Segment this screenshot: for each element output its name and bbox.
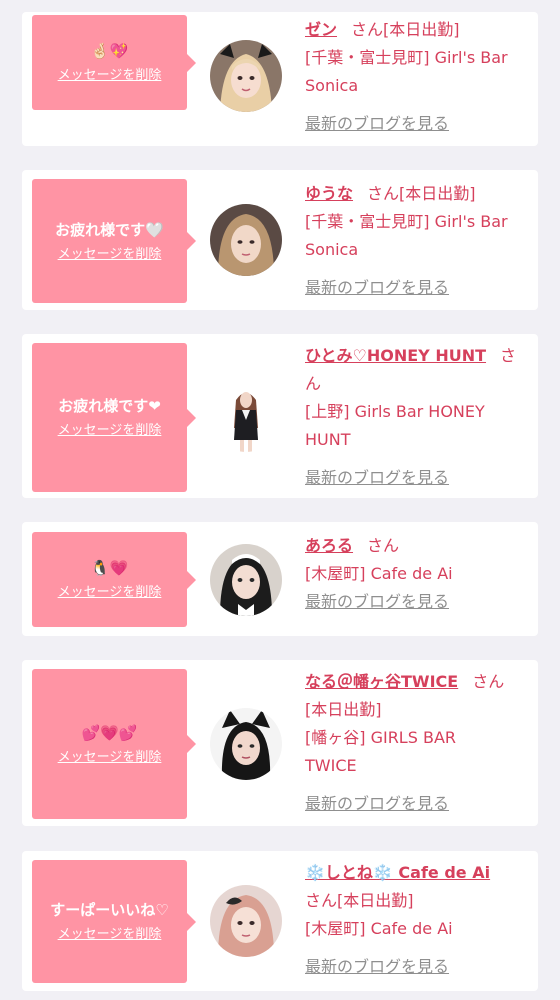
honorific: さん [367, 184, 400, 203]
message-bubble: すーぱーいいね♡ メッセージを削除 [32, 860, 196, 983]
avatar[interactable] [210, 40, 282, 112]
shop-name-cont: TWICE [305, 756, 357, 775]
message-bubble: お疲れ様です❤ メッセージを削除 [32, 343, 196, 492]
message-text: 💕💗💕 [81, 723, 138, 742]
message-bubble: 🤞🏻💖 メッセージを削除 [32, 15, 196, 110]
honorific: さん [367, 536, 400, 555]
message-text: 🤞🏻💖 [90, 42, 129, 60]
girl-full-body-avatar-icon [210, 380, 282, 452]
sender-info: ❄️しとね❄️ Cafe de Ai さん[本日出勤] [木屋町] Cafe d… [305, 859, 530, 981]
latest-blog-link[interactable]: 最新のブログを見る [305, 464, 449, 492]
girl-pink-hair-avatar-icon [210, 885, 282, 957]
delete-message-link[interactable]: メッセージを削除 [58, 926, 162, 943]
message-card: すーぱーいいね♡ メッセージを削除 ❄️しとね❄️ Cafe de Ai さん[… [22, 851, 538, 991]
message-text: すーぱーいいね♡ [50, 901, 169, 919]
sender-info: ゆうな さん[本日出勤] [千葉・富士見町] Girl's Bar Sonica … [305, 180, 530, 302]
message-bubble: 💕💗💕 メッセージを削除 [32, 669, 196, 819]
girl-with-cat-ears-avatar-icon [210, 40, 282, 112]
latest-blog-link[interactable]: 最新のブログを見る [305, 274, 449, 302]
shop-name: [幡ヶ谷] GIRLS BAR [305, 728, 457, 747]
work-status: [本日出勤] [305, 700, 382, 719]
sender-name-link[interactable]: ゆうな [305, 184, 353, 203]
shop-name: [千葉・富士見町] Girl's Bar [305, 48, 508, 67]
latest-blog-link[interactable]: 最新のブログを見る [305, 790, 449, 818]
avatar[interactable] [210, 885, 282, 957]
sender-info: ゼン さん[本日出勤] [千葉・富士見町] Girl's Bar Sonica 最… [305, 16, 530, 138]
honorific: さん [351, 20, 384, 39]
sender-name-link[interactable]: なる＠幡ヶ谷TWICE [305, 672, 458, 691]
avatar[interactable] [210, 380, 282, 452]
message-bubble: 🐧💗 メッセージを削除 [32, 532, 196, 627]
avatar[interactable] [210, 544, 282, 616]
shop-name: [木屋町] Cafe de Ai [305, 919, 453, 938]
message-card: 🤞🏻💖 メッセージを削除 ゼン さん[本日出勤] [千葉・富士見町] Girl's… [22, 12, 538, 146]
shop-name: [千葉・富士見町] Girl's Bar [305, 212, 508, 231]
honorific: さん [305, 891, 338, 910]
shop-name-cont: Sonica [305, 76, 359, 95]
shop-name: [木屋町] Cafe de Ai [305, 564, 453, 583]
latest-blog-link[interactable]: 最新のブログを見る [305, 588, 449, 616]
honorific: さん [472, 672, 505, 691]
message-card: お疲れ様です❤ メッセージを削除 ひとみ♡HONEY HUNT さん [上野] G… [22, 334, 538, 498]
delete-message-link[interactable]: メッセージを削除 [58, 584, 162, 601]
avatar[interactable] [210, 204, 282, 276]
shop-name: [上野] Girls Bar HONEY [305, 402, 485, 421]
message-card: 💕💗💕 メッセージを削除 なる＠幡ヶ谷TWICE さん [本日出勤] [幡ヶ谷] … [22, 660, 538, 826]
message-text: お疲れ様です❤ [58, 397, 161, 415]
work-status: [本日出勤] [383, 20, 460, 39]
sender-name-link[interactable]: ひとみ♡HONEY HUNT [305, 346, 486, 365]
girl-black-cat-ears-avatar-icon [210, 708, 282, 780]
sender-info: あろる さん [木屋町] Cafe de Ai 最新のブログを見る [305, 532, 530, 616]
sender-info: ひとみ♡HONEY HUNT さん [上野] Girls Bar HONEY HU… [305, 342, 530, 492]
sender-name-link[interactable]: ❄️しとね❄️ Cafe de Ai [305, 863, 490, 882]
delete-message-link[interactable]: メッセージを削除 [58, 246, 162, 263]
girl-maid-avatar-icon [210, 544, 282, 616]
sender-name-link[interactable]: ゼン [305, 20, 337, 39]
message-bubble: お疲れ様です🤍 メッセージを削除 [32, 179, 196, 303]
delete-message-link[interactable]: メッセージを削除 [58, 67, 162, 84]
avatar[interactable] [210, 708, 282, 780]
work-status: [本日出勤] [337, 891, 414, 910]
message-text: お疲れ様です🤍 [55, 220, 164, 239]
delete-message-link[interactable]: メッセージを削除 [58, 422, 162, 439]
message-text: 🐧💗 [90, 559, 129, 577]
delete-message-link[interactable]: メッセージを削除 [58, 749, 162, 766]
work-status: [本日出勤] [399, 184, 476, 203]
message-card: お疲れ様です🤍 メッセージを削除 ゆうな さん[本日出勤] [千葉・富士見町] G… [22, 170, 538, 310]
latest-blog-link[interactable]: 最新のブログを見る [305, 953, 449, 981]
shop-name-cont: Sonica [305, 240, 359, 259]
sender-name-link[interactable]: あろる [305, 536, 353, 555]
girl-blonde-avatar-icon [210, 204, 282, 276]
message-card: 🐧💗 メッセージを削除 あろる さん [木屋町] Cafe de Ai 最新のブロ… [22, 522, 538, 636]
shop-name-cont: HUNT [305, 430, 351, 449]
sender-info: なる＠幡ヶ谷TWICE さん [本日出勤] [幡ヶ谷] GIRLS BAR TWI… [305, 668, 530, 818]
latest-blog-link[interactable]: 最新のブログを見る [305, 110, 449, 138]
